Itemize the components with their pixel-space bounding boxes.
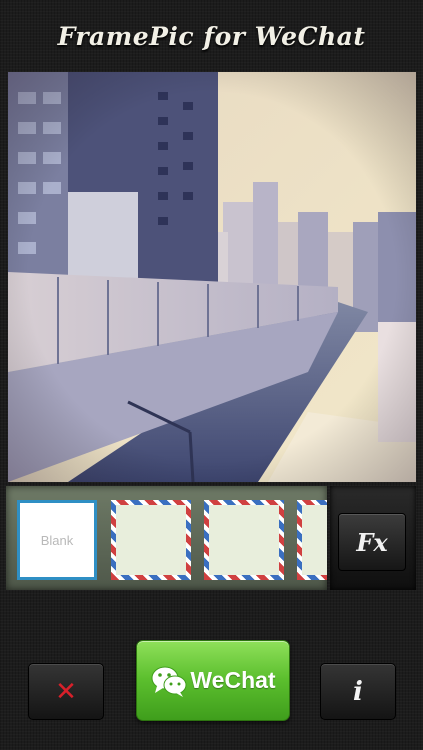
info-icon: i: [353, 676, 363, 707]
wechat-icon: [151, 666, 187, 697]
fx-button[interactable]: Fx: [338, 513, 406, 571]
wechat-button-label: WeChat: [190, 667, 276, 693]
app-title: FramePic for WeChat: [57, 22, 366, 51]
fx-panel: Fx: [330, 486, 416, 590]
frame-thumb-blank[interactable]: Blank: [17, 500, 97, 580]
close-button[interactable]: ✕: [28, 663, 104, 720]
photo-preview[interactable]: [8, 72, 416, 482]
close-icon: ✕: [55, 676, 77, 707]
frame-thumb-airmail[interactable]: [204, 500, 284, 580]
wechat-share-button[interactable]: WeChat: [136, 640, 290, 721]
frame-selector[interactable]: Blank: [6, 486, 327, 590]
info-button[interactable]: i: [320, 663, 396, 720]
frame-thumb-airmail[interactable]: [297, 500, 327, 580]
photo-image: [8, 72, 416, 482]
frame-thumb-airmail[interactable]: [111, 500, 191, 580]
